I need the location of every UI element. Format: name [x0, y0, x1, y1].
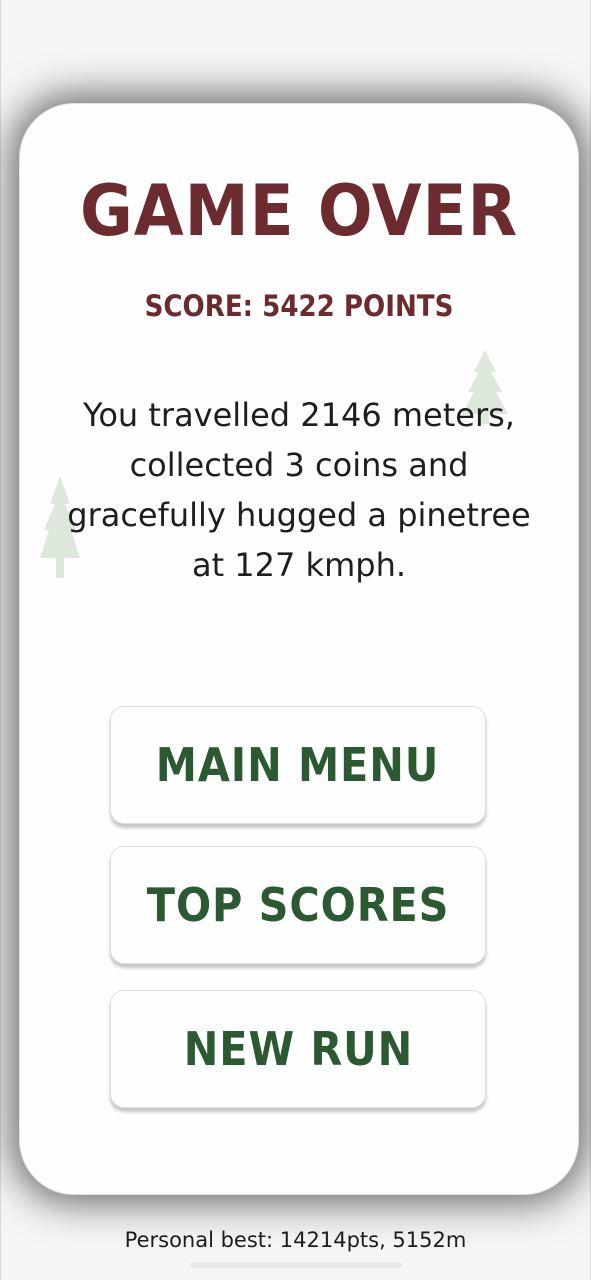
game-over-card: GAME OVER SCORE: 5422 POINTS You travell… [20, 104, 578, 1194]
game-over-title: GAME OVER [80, 170, 518, 252]
run-summary: You travelled 2146 meters, collected 3 c… [44, 390, 554, 590]
top-scores-button[interactable]: TOP SCORES [110, 846, 486, 964]
new-run-button[interactable]: NEW RUN [110, 990, 486, 1108]
personal-best-text: Personal best: 14214pts, 5152m [124, 1228, 467, 1252]
summary-line: collected 3 coins and [129, 446, 469, 484]
summary-line: gracefully hugged a pinetree [67, 496, 531, 534]
home-indicator[interactable] [190, 1262, 402, 1268]
summary-line: at 127 kmph. [191, 546, 407, 584]
new-run-label: NEW RUN [183, 1022, 413, 1076]
top-scores-label: TOP SCORES [146, 878, 450, 932]
summary-line: You travelled 2146 meters, [83, 396, 515, 434]
main-menu-label: MAIN MENU [156, 738, 440, 792]
main-menu-button[interactable]: MAIN MENU [110, 706, 486, 824]
score-text: SCORE: 5422 POINTS [144, 289, 454, 323]
